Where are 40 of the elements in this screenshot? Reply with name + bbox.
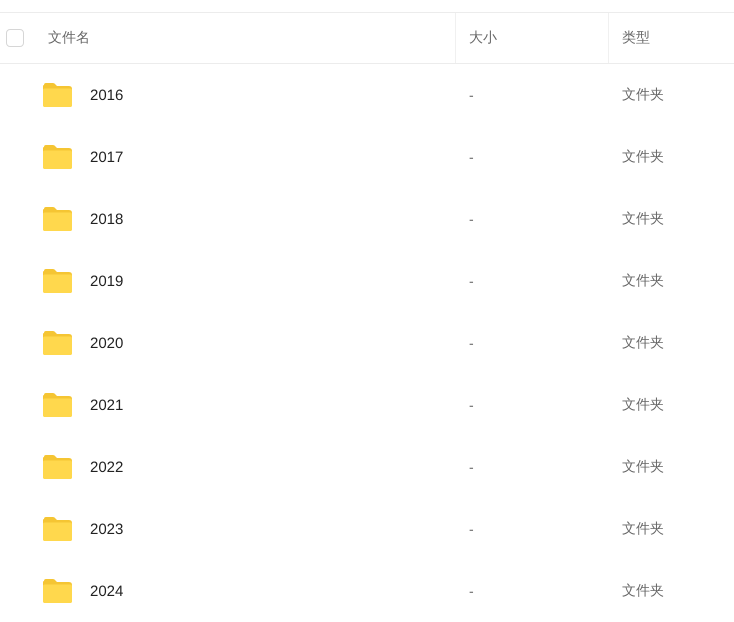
- folder-icon: [42, 454, 73, 480]
- folder-icon: [42, 144, 73, 170]
- folder-icon: [42, 206, 73, 232]
- file-type: 文件夹: [622, 86, 664, 104]
- column-header: 类型: [622, 29, 650, 47]
- column-header: 大小: [469, 29, 497, 47]
- folder-icon: [42, 578, 73, 604]
- file-name[interactable]: 2022: [90, 458, 124, 476]
- folder-icon: [42, 330, 73, 356]
- file-name[interactable]: 2017: [90, 148, 124, 166]
- file-name[interactable]: 2023: [90, 520, 124, 538]
- file-name[interactable]: 2020: [90, 334, 124, 352]
- folder-icon: [42, 392, 73, 418]
- file-type: 文件夹: [622, 272, 664, 290]
- file-type: 文件夹: [622, 334, 664, 352]
- folder-icon: [42, 82, 73, 108]
- file-name[interactable]: 2018: [90, 210, 124, 228]
- folder-icon: [42, 268, 73, 294]
- file-size: -: [469, 335, 474, 351]
- file-size: -: [469, 397, 474, 413]
- column-header: 文件名: [48, 29, 90, 47]
- file-type: 文件夹: [622, 148, 664, 166]
- file-name[interactable]: 2021: [90, 396, 124, 414]
- file-name[interactable]: 2024: [90, 582, 124, 600]
- file-size: -: [469, 87, 474, 103]
- file-size: -: [469, 149, 474, 165]
- file-name[interactable]: 2019: [90, 272, 124, 290]
- file-size: -: [469, 211, 474, 227]
- file-size: -: [469, 521, 474, 537]
- file-name[interactable]: 2016: [90, 86, 124, 104]
- file-type: 文件夹: [622, 458, 664, 476]
- file-type: 文件夹: [622, 520, 664, 538]
- file-type: 文件夹: [622, 396, 664, 414]
- file-size: -: [469, 583, 474, 599]
- file-type: 文件夹: [622, 582, 664, 600]
- file-size: -: [469, 459, 474, 475]
- file-type: 文件夹: [622, 210, 664, 228]
- select-all-checkbox[interactable]: [6, 29, 24, 47]
- folder-icon: [42, 516, 73, 542]
- file-size: -: [469, 273, 474, 289]
